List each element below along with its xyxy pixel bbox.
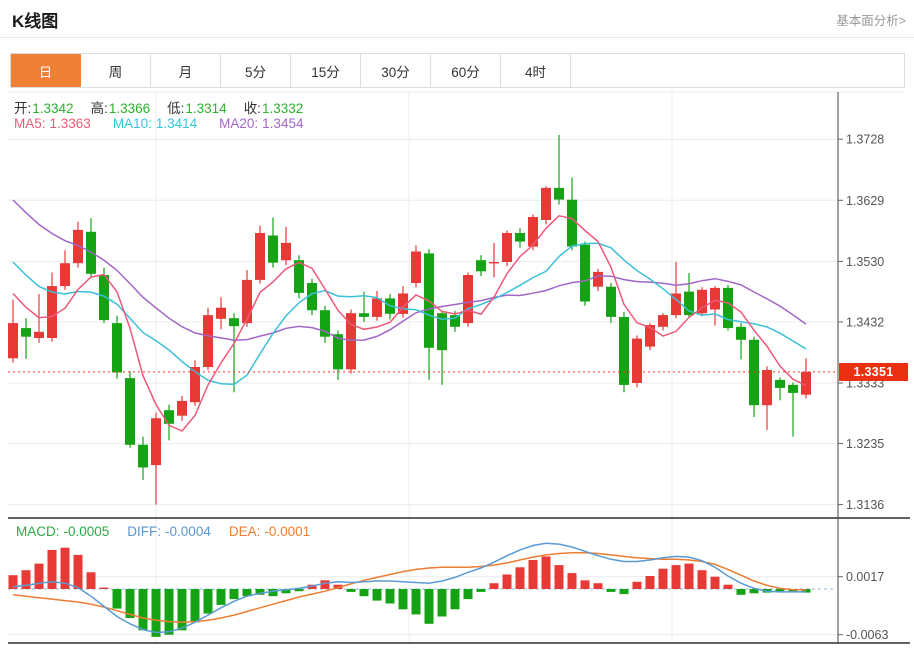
svg-text:1.3728: 1.3728	[846, 133, 884, 147]
ohlc-readout: 开:1.3342 高:1.3366 低:1.3314 收:1.3332	[14, 97, 303, 117]
ma-readout: MA5:1.3363 MA10:1.3414 MA20:1.3454	[14, 116, 303, 131]
ma5-value: MA5:1.3363	[14, 116, 91, 131]
diff-value: DIFF:-0.0004	[127, 524, 211, 539]
macd-readout: MACD:-0.0005 DIFF:-0.0004 DEA:-0.0001	[16, 524, 310, 539]
macd-value: MACD:-0.0005	[16, 524, 109, 539]
svg-text:1.3432: 1.3432	[846, 315, 884, 329]
low-value: 低:1.3314	[167, 97, 227, 117]
ma20-value: MA20:1.3454	[219, 116, 303, 131]
svg-text:1.3136: 1.3136	[846, 498, 884, 512]
ma10-value: MA10:1.3414	[113, 116, 197, 131]
svg-text:1.3530: 1.3530	[846, 255, 884, 269]
dea-value: DEA:-0.0001	[229, 524, 310, 539]
svg-text:-0.0063: -0.0063	[846, 628, 888, 642]
high-value: 高:1.3366	[91, 97, 151, 117]
svg-text:0.0017: 0.0017	[846, 570, 884, 584]
svg-text:1.3235: 1.3235	[846, 437, 884, 451]
current-price-badge: 1.3351	[839, 363, 908, 381]
svg-text:1.3629: 1.3629	[846, 194, 884, 208]
close-value: 收:1.3332	[244, 97, 304, 117]
open-value: 开:1.3342	[14, 97, 74, 117]
